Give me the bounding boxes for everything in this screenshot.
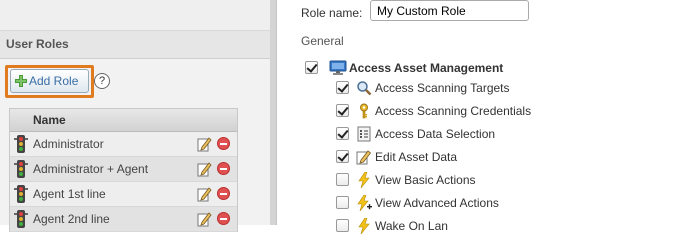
permission-checkbox[interactable] (336, 104, 349, 117)
permission-row-wake-on-lan[interactable]: Wake On Lan (336, 216, 596, 236)
permission-row-access-data-selection[interactable]: Access Data Selection (336, 124, 596, 144)
permission-label: Access Scanning Targets (375, 81, 510, 95)
permission-label: View Basic Actions (375, 173, 476, 187)
lightning-plus-icon (357, 195, 372, 211)
permission-row-access-asset-management[interactable]: Access Asset Management (305, 58, 605, 78)
permission-row-edit-asset-data[interactable]: Edit Asset Data (336, 147, 596, 167)
permission-checkbox[interactable] (305, 61, 318, 74)
add-role-button[interactable]: Add Role (10, 69, 89, 93)
permission-label: Edit Asset Data (375, 150, 458, 164)
table-row[interactable]: Agent 1st line (10, 182, 237, 207)
key-icon (360, 103, 368, 119)
edit-icon (356, 150, 372, 165)
roles-table-header: Name (10, 109, 237, 132)
traffic-light-icon (14, 185, 28, 203)
name-column-header[interactable]: Name (33, 113, 66, 127)
table-row[interactable]: Administrator (10, 132, 237, 157)
user-roles-header: User Roles (0, 31, 276, 59)
lightning-icon (358, 172, 370, 188)
permission-row-view-advanced-actions[interactable]: View Advanced Actions (336, 193, 596, 213)
permission-row-view-basic-actions[interactable]: View Basic Actions (336, 170, 596, 190)
traffic-light-icon (14, 160, 28, 178)
permission-checkbox[interactable] (336, 127, 349, 140)
user-roles-title: User Roles (6, 37, 69, 51)
roles-table: Name Administrator Administrator + Agent (9, 108, 238, 232)
traffic-light-icon (14, 210, 28, 228)
table-row[interactable]: Agent 2nd line (10, 207, 237, 232)
role-name: Agent 1st line (33, 187, 106, 201)
permission-checkbox[interactable] (336, 173, 349, 186)
permission-checkbox[interactable] (336, 150, 349, 163)
permission-label: View Advanced Actions (375, 196, 499, 210)
pane-divider-edge (276, 0, 277, 225)
plus-icon (15, 75, 27, 87)
edit-icon[interactable] (196, 186, 212, 202)
lightning-icon (358, 218, 370, 234)
role-name: Administrator + Agent (33, 162, 149, 176)
edit-icon[interactable] (196, 211, 212, 227)
permission-label: Access Data Selection (375, 127, 496, 141)
delete-icon[interactable] (217, 212, 230, 225)
delete-icon[interactable] (217, 187, 230, 200)
permission-label: Access Asset Management (349, 61, 504, 75)
permission-label: Access Scanning Credentials (375, 104, 532, 118)
permission-checkbox[interactable] (336, 196, 349, 209)
left-top-strip (0, 0, 276, 31)
delete-icon[interactable] (217, 137, 230, 150)
role-name-input[interactable] (370, 0, 529, 21)
monitor-icon (329, 60, 347, 75)
role-name: Agent 2nd line (33, 212, 110, 226)
role-name-label: Role name: (301, 6, 363, 20)
edit-icon[interactable] (196, 161, 212, 177)
edit-icon[interactable] (196, 136, 212, 152)
permission-checkbox[interactable] (336, 219, 349, 232)
general-section-label: General (301, 34, 344, 48)
magnifier-icon (357, 81, 372, 96)
help-icon[interactable]: ? (94, 73, 110, 89)
permission-checkbox[interactable] (336, 81, 349, 94)
data-selection-icon (357, 126, 371, 142)
traffic-light-icon (14, 135, 28, 153)
delete-icon[interactable] (217, 162, 230, 175)
permission-row-access-scanning-targets[interactable]: Access Scanning Targets (336, 78, 596, 98)
permission-row-access-scanning-credentials[interactable]: Access Scanning Credentials (336, 101, 596, 121)
permission-label: Wake On Lan (375, 219, 448, 233)
role-name: Administrator (33, 137, 104, 151)
table-row[interactable]: Administrator + Agent (10, 157, 237, 182)
add-role-label: Add Role (29, 74, 79, 88)
